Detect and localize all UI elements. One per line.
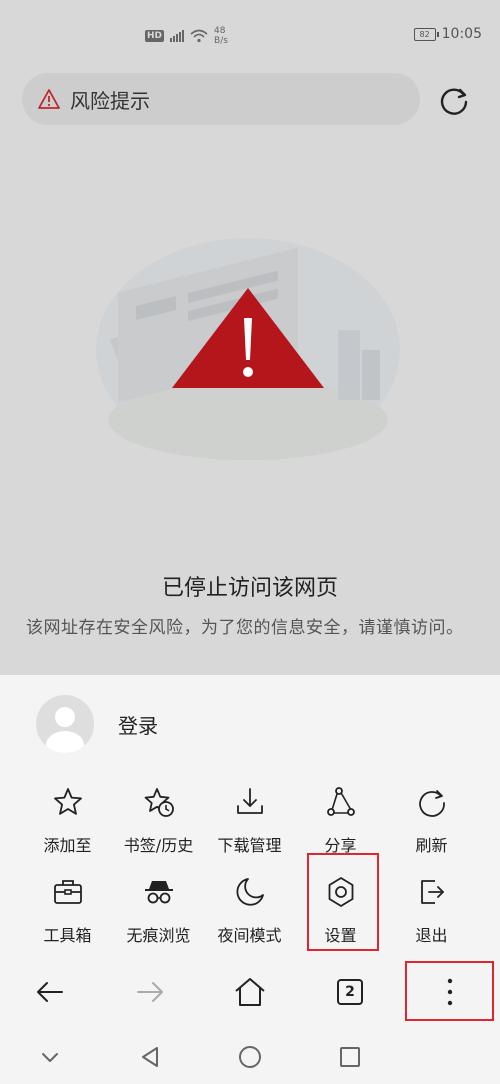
- menu-label: 书签/历史: [123, 836, 194, 855]
- moon-icon: [236, 878, 264, 906]
- wifi-icon: [190, 29, 208, 43]
- back-button[interactable]: [0, 960, 100, 1024]
- warning-triangle-icon: [38, 89, 60, 109]
- menu-label: 无痕浏览: [126, 926, 191, 945]
- menu-label: 退出: [415, 926, 448, 945]
- status-icons: HD 48 B/s: [145, 26, 228, 46]
- login-label: 登录: [118, 713, 158, 738]
- settings-highlight-box: [307, 853, 379, 951]
- triangle-back-icon: [142, 1047, 158, 1067]
- star-icon: [53, 788, 82, 815]
- menu-item-refresh[interactable]: 刷新: [386, 781, 477, 869]
- error-description: 该网址存在安全风险，为了您的信息安全，请谨慎访问。: [26, 618, 464, 638]
- circle-home-icon: [239, 1046, 261, 1068]
- signal-icon: [170, 30, 185, 42]
- chevron-down-icon: [42, 1053, 58, 1062]
- net-speed: 48 B/s: [214, 26, 228, 46]
- menu-label: 刷新: [415, 836, 448, 855]
- toolbox-icon: [53, 880, 82, 904]
- error-title: 已停止访问该网页: [161, 576, 338, 601]
- battery-level: 82: [419, 29, 430, 39]
- system-recents-button[interactable]: [300, 1030, 400, 1084]
- home-button[interactable]: [200, 960, 300, 1024]
- forward-button[interactable]: [100, 960, 200, 1024]
- download-icon: [236, 788, 263, 814]
- menu-label: 工具箱: [43, 926, 92, 945]
- menu-label: 下载管理: [217, 836, 282, 855]
- system-nav-bar: [0, 1030, 500, 1084]
- menu-item-bookmarks-history[interactable]: 书签/历史: [113, 781, 204, 869]
- net-speed-unit: B/s: [214, 36, 228, 46]
- status-bar: HD 48 B/s 82 10:05: [0, 0, 500, 70]
- refresh-icon: [418, 790, 445, 817]
- menu-item-downloads[interactable]: 下载管理: [204, 781, 295, 869]
- tab-count: 2: [337, 979, 363, 1005]
- menu-label: 添加至: [43, 836, 92, 855]
- system-back-button[interactable]: [100, 1030, 200, 1084]
- menu-item-incognito[interactable]: 无痕浏览: [113, 871, 204, 959]
- collapse-button[interactable]: [0, 1030, 100, 1084]
- user-icon: [46, 707, 84, 753]
- clock: 10:05: [441, 26, 482, 42]
- reload-icon[interactable]: [436, 82, 472, 118]
- share-icon: [326, 787, 355, 816]
- menu-grid: 添加至 书签/历史 下载管理 分享 刷新 工具箱 无痕浏览 夜间模式 设置 退出: [22, 781, 478, 959]
- menu-label: 夜间模式: [217, 926, 282, 945]
- menu-item-exit[interactable]: 退出: [386, 871, 477, 959]
- menu-row-2: 工具箱 无痕浏览 夜间模式 设置 退出: [22, 871, 478, 959]
- address-bar[interactable]: 风险提示: [22, 73, 420, 125]
- avatar[interactable]: [36, 695, 94, 753]
- incognito-icon: [144, 881, 173, 904]
- system-nav-spacer: [400, 1030, 500, 1084]
- menu-row-1: 添加至 书签/历史 下载管理 分享 刷新: [22, 781, 478, 869]
- exit-icon: [420, 880, 444, 904]
- battery-icon: 82: [413, 27, 439, 41]
- tabs-button[interactable]: 2: [300, 960, 400, 1024]
- net-speed-value: 48: [214, 26, 226, 36]
- square-recents-icon: [340, 1047, 360, 1067]
- status-right: 82 10:05: [413, 26, 482, 42]
- more-highlight-box: [405, 961, 494, 1021]
- login-row[interactable]: 登录: [36, 695, 158, 753]
- warning-illustration: [96, 238, 400, 460]
- menu-item-night-mode[interactable]: 夜间模式: [204, 871, 295, 959]
- bookmark-history-icon: [144, 788, 174, 817]
- address-text: 风险提示: [70, 88, 150, 113]
- menu-item-toolbox[interactable]: 工具箱: [22, 871, 113, 959]
- system-home-button[interactable]: [200, 1030, 300, 1084]
- menu-item-add-to[interactable]: 添加至: [22, 781, 113, 869]
- browser-menu-sheet: 登录 添加至 书签/历史 下载管理 分享 刷新 工具箱 无痕浏览 夜间模式 设置…: [0, 675, 500, 1084]
- arrow-right-icon: [137, 982, 163, 1002]
- hd-badge: HD: [145, 30, 165, 42]
- arrow-left-icon: [37, 982, 63, 1002]
- home-icon: [235, 978, 265, 1006]
